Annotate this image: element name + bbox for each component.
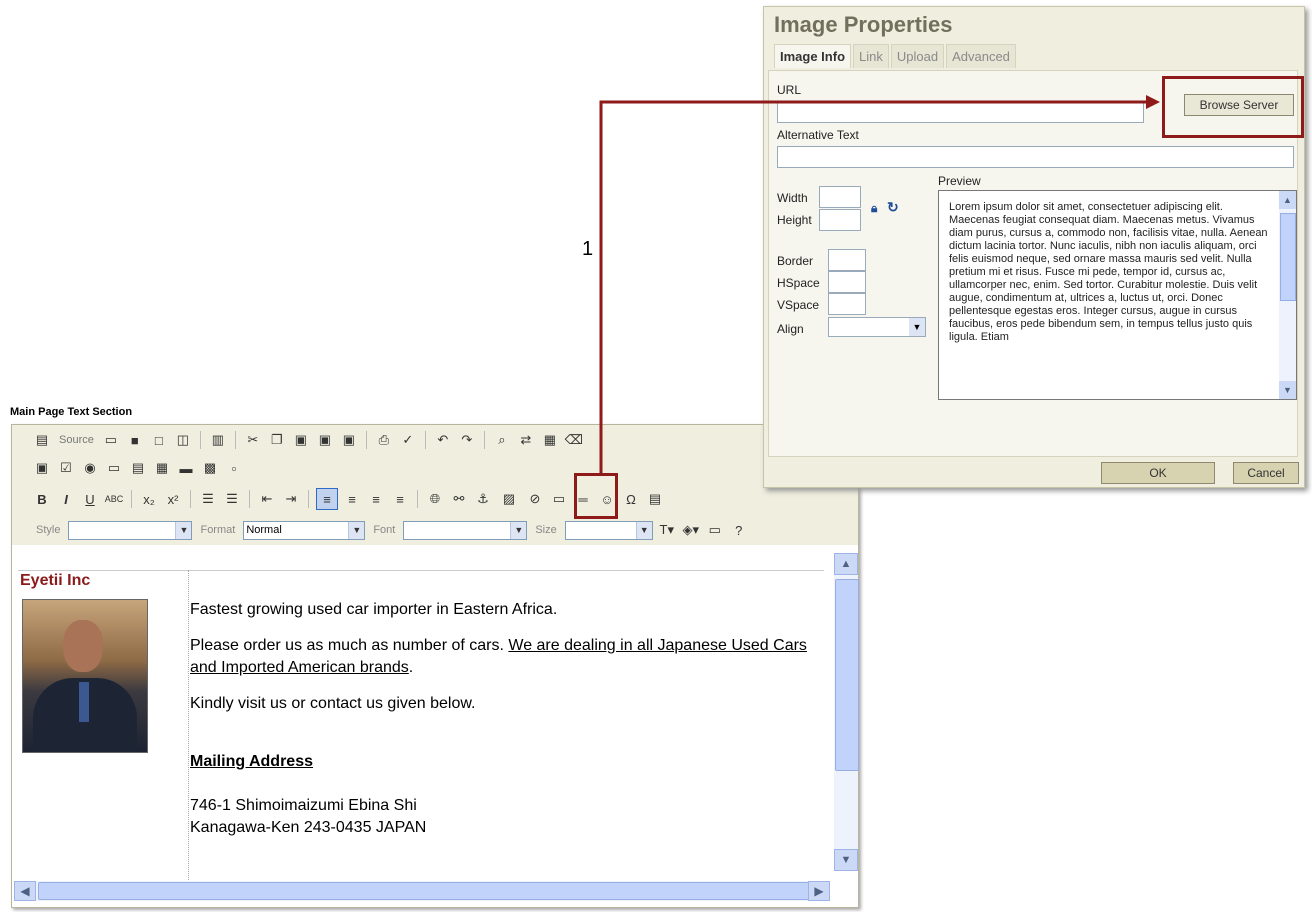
annotation-arrow	[599, 95, 1160, 474]
step-number: 1	[582, 238, 594, 260]
